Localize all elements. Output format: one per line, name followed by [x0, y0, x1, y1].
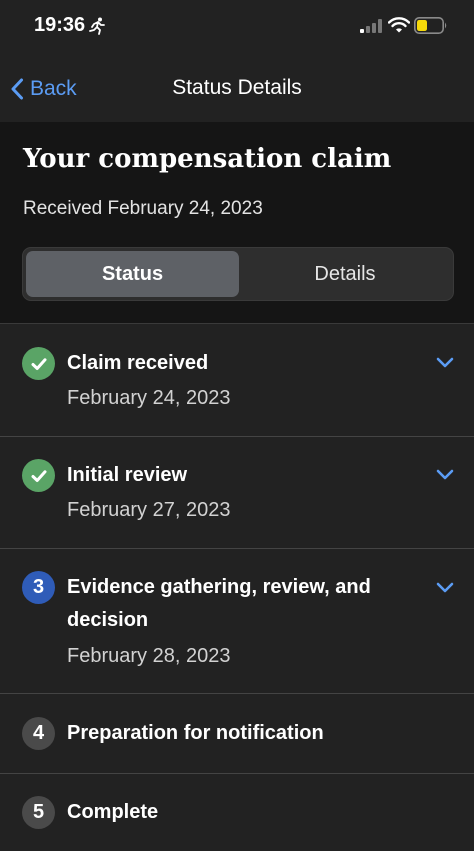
chevron-down-icon[interactable]	[436, 469, 454, 481]
step-claim-received[interactable]: Claim received February 24, 2023	[0, 324, 474, 437]
step-date: February 28, 2023	[67, 645, 231, 667]
step-status-circle	[22, 347, 55, 380]
step-complete: 5 Complete	[0, 774, 474, 851]
step-evidence-gathering[interactable]: 3 Evidence gathering, review, and decisi…	[0, 549, 474, 694]
tab-status[interactable]: Status	[26, 251, 239, 297]
step-title: Complete	[67, 801, 159, 823]
tab-switcher: Status Details	[22, 247, 454, 301]
chevron-down-icon[interactable]	[436, 582, 454, 594]
battery-low-icon	[414, 17, 447, 34]
step-status-circle	[22, 459, 55, 492]
step-number-badge: 3	[22, 571, 55, 604]
check-icon	[31, 357, 46, 370]
status-time: 19:36	[34, 14, 86, 36]
step-title: Claim received	[67, 352, 209, 374]
step-preparation-for-notification: 4 Preparation for notification	[0, 694, 474, 774]
check-icon	[31, 469, 46, 482]
step-initial-review[interactable]: Initial review February 27, 2023	[0, 437, 474, 549]
chevron-down-icon[interactable]	[436, 357, 454, 369]
step-title: Initial review	[67, 464, 188, 486]
running-figure-icon	[89, 17, 105, 35]
cellular-signal-icon	[360, 19, 382, 33]
step-date: February 27, 2023	[67, 499, 231, 521]
step-date: February 24, 2023	[67, 387, 231, 409]
status-bar: 19:36	[0, 0, 474, 56]
tab-details[interactable]: Details	[241, 251, 449, 297]
claim-header: Your compensation claim Received Februar…	[0, 122, 474, 324]
received-date: Received February 24, 2023	[23, 198, 263, 219]
wifi-icon	[388, 17, 410, 33]
page-title: Status Details	[172, 76, 302, 99]
claim-title: Your compensation claim	[23, 144, 392, 174]
step-title: Evidence gathering, review, and decision	[67, 576, 371, 631]
step-number-badge: 5	[22, 796, 55, 829]
step-number-badge: 4	[22, 717, 55, 750]
step-title: Preparation for notification	[67, 722, 324, 744]
navigation-bar: Back Status Details	[0, 56, 474, 122]
